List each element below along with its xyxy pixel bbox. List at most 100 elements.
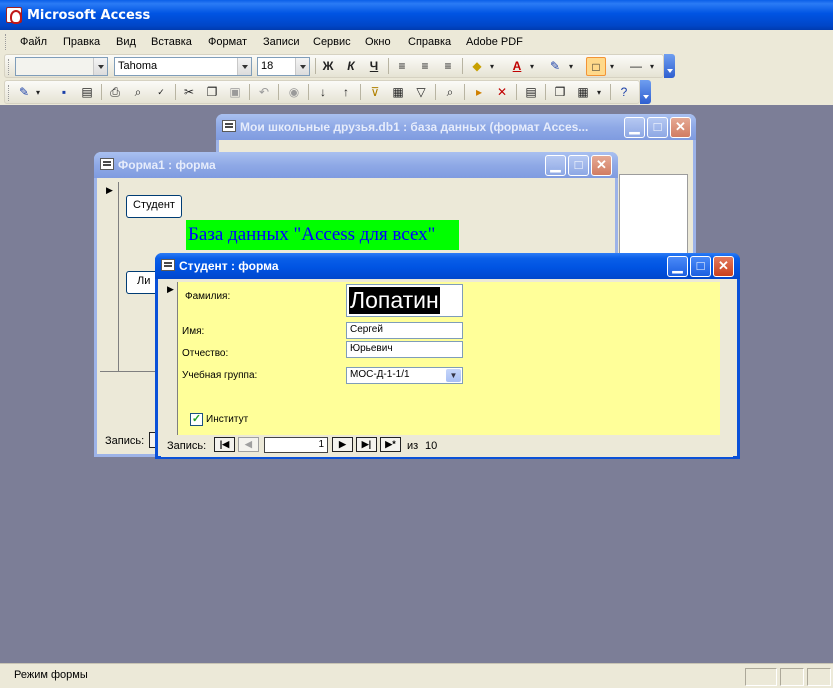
copy-icon[interactable]: ❐: [202, 83, 222, 102]
file-search-icon[interactable]: ▤: [77, 83, 97, 102]
maximize-button[interactable]: □: [647, 117, 668, 138]
special-effect-arrow-icon[interactable]: ▾: [607, 57, 617, 76]
print-icon[interactable]: ⎙: [105, 83, 125, 102]
hyperlink-icon[interactable]: ◉: [284, 83, 304, 102]
formatting-toolbar: Tahoma 18 Ж К Ч ≡ ≡ ≡ ◆ ▾ A ▾ ✎ ▾ □ ▾ — …: [0, 53, 833, 79]
database-window-icon[interactable]: ❒: [550, 83, 570, 102]
menu-bar: Файл Правка Вид Вставка Формат Записи Се…: [0, 30, 833, 53]
menu-insert[interactable]: Вставка: [151, 36, 192, 48]
separator: [278, 84, 279, 100]
align-right-icon[interactable]: ≡: [438, 57, 458, 76]
sort-ascending-icon[interactable]: ↓: [313, 83, 333, 102]
institute-checkbox[interactable]: ✓: [190, 413, 203, 426]
form1-title-bar[interactable]: Форма1 : форма ▁ □ ✕: [94, 152, 618, 178]
new-object-icon[interactable]: ▦: [573, 83, 593, 102]
new-record-icon[interactable]: ▸: [469, 83, 489, 102]
minimize-button[interactable]: ▁: [545, 155, 566, 176]
access-app-icon: [6, 7, 22, 24]
study-group-combo[interactable]: МОС-Д-1-1/1 ▼: [346, 367, 463, 384]
save-icon[interactable]: ▪: [54, 83, 74, 102]
first-name-field[interactable]: Сергей: [346, 322, 463, 339]
border-width-icon[interactable]: —: [626, 57, 646, 76]
record-selector[interactable]: ▶: [99, 182, 119, 372]
filter-by-form-icon[interactable]: ▦: [388, 83, 408, 102]
border-width-arrow-icon[interactable]: ▾: [647, 57, 657, 76]
paste-icon[interactable]: ▣: [225, 83, 245, 102]
apply-filter-icon[interactable]: ▽: [411, 83, 431, 102]
menu-window[interactable]: Окно: [365, 36, 391, 48]
surname-field[interactable]: Лопатин: [346, 284, 463, 317]
status-text: Режим формы: [14, 669, 88, 681]
maximize-button[interactable]: □: [568, 155, 589, 176]
object-combo[interactable]: [15, 57, 108, 76]
font-color-button[interactable]: A: [507, 57, 527, 76]
align-left-icon[interactable]: ≡: [392, 57, 412, 76]
cut-icon[interactable]: ✂: [179, 83, 199, 102]
view-arrow-icon[interactable]: ▾: [33, 83, 43, 102]
menu-edit[interactable]: Правка: [63, 36, 100, 48]
menu-records[interactable]: Записи: [263, 36, 300, 48]
patronymic-field[interactable]: Юрьевич: [346, 341, 463, 358]
sort-descending-icon[interactable]: ↑: [336, 83, 356, 102]
record-number-field[interactable]: 1: [264, 437, 328, 453]
menu-format[interactable]: Формат: [208, 36, 247, 48]
find-icon[interactable]: ⌕: [440, 83, 460, 102]
new-record-button[interactable]: ▶*: [380, 437, 401, 452]
close-button[interactable]: ✕: [713, 256, 734, 277]
first-record-button[interactable]: |◀: [214, 437, 235, 452]
undo-icon[interactable]: ↶: [254, 83, 274, 102]
line-color-icon[interactable]: ✎: [545, 57, 565, 76]
separator: [610, 84, 611, 100]
menu-view[interactable]: Вид: [116, 36, 136, 48]
new-object-arrow-icon[interactable]: ▾: [594, 83, 604, 102]
menubar-grip[interactable]: [5, 34, 8, 50]
properties-icon[interactable]: ▤: [521, 83, 541, 102]
database-banner: База данных "Access для всех": [186, 220, 459, 250]
toolbar-grip[interactable]: [8, 59, 11, 75]
maximize-button[interactable]: □: [690, 256, 711, 277]
help-icon[interactable]: ?: [614, 83, 634, 102]
line-color-arrow-icon[interactable]: ▾: [566, 57, 576, 76]
filter-by-selection-icon[interactable]: ⊽: [365, 83, 385, 102]
student-form-window: Студент : форма ▁ □ ✕ ▶ Фамилия: Лопатин…: [155, 253, 740, 459]
bold-button[interactable]: Ж: [318, 57, 338, 76]
close-button[interactable]: ✕: [670, 117, 691, 138]
font-color-arrow-icon[interactable]: ▾: [527, 57, 537, 76]
student-form-title: Студент : форма: [179, 259, 279, 273]
align-center-icon[interactable]: ≡: [415, 57, 435, 76]
menu-tools[interactable]: Сервис: [313, 36, 351, 48]
student-button[interactable]: Студент: [126, 195, 182, 218]
fill-color-icon[interactable]: ◆: [467, 57, 487, 76]
chevron-down-icon[interactable]: ▼: [446, 369, 461, 382]
delete-record-icon[interactable]: ✕: [492, 83, 512, 102]
next-record-button[interactable]: ▶: [332, 437, 353, 452]
close-button[interactable]: ✕: [591, 155, 612, 176]
object-combo-arrow[interactable]: [93, 58, 107, 75]
print-preview-icon[interactable]: ⌕: [128, 83, 148, 102]
special-effect-icon[interactable]: □: [586, 57, 606, 76]
font-size-combo[interactable]: 18: [257, 57, 310, 76]
toolbar-options-icon[interactable]: [664, 54, 675, 78]
toolbar-options-icon[interactable]: [640, 80, 651, 104]
last-record-button[interactable]: ▶|: [356, 437, 377, 452]
separator: [360, 84, 361, 100]
record-selector[interactable]: ▶: [161, 282, 178, 435]
italic-button[interactable]: К: [341, 57, 361, 76]
spelling-icon[interactable]: ✓: [151, 83, 171, 102]
database-window-title-bar[interactable]: Мои школьные друзья.db1 : база данных (ф…: [216, 114, 696, 140]
view-icon[interactable]: ✎: [14, 83, 34, 102]
student-form-title-bar[interactable]: Студент : форма ▁ □ ✕: [155, 253, 740, 279]
fill-color-arrow-icon[interactable]: ▾: [487, 57, 497, 76]
patronymic-label: Отчество:: [182, 348, 229, 359]
menu-adobe-pdf[interactable]: Adobe PDF: [466, 36, 523, 48]
menu-file[interactable]: Файл: [20, 36, 47, 48]
menu-help[interactable]: Справка: [408, 36, 451, 48]
font-combo[interactable]: Tahoma: [114, 57, 252, 76]
font-size-combo-arrow[interactable]: [295, 58, 309, 75]
toolbar-grip[interactable]: [8, 85, 11, 101]
previous-record-button[interactable]: ◀: [238, 437, 259, 452]
underline-button[interactable]: Ч: [364, 57, 384, 76]
minimize-button[interactable]: ▁: [667, 256, 688, 277]
font-combo-arrow[interactable]: [237, 58, 251, 75]
minimize-button[interactable]: ▁: [624, 117, 645, 138]
